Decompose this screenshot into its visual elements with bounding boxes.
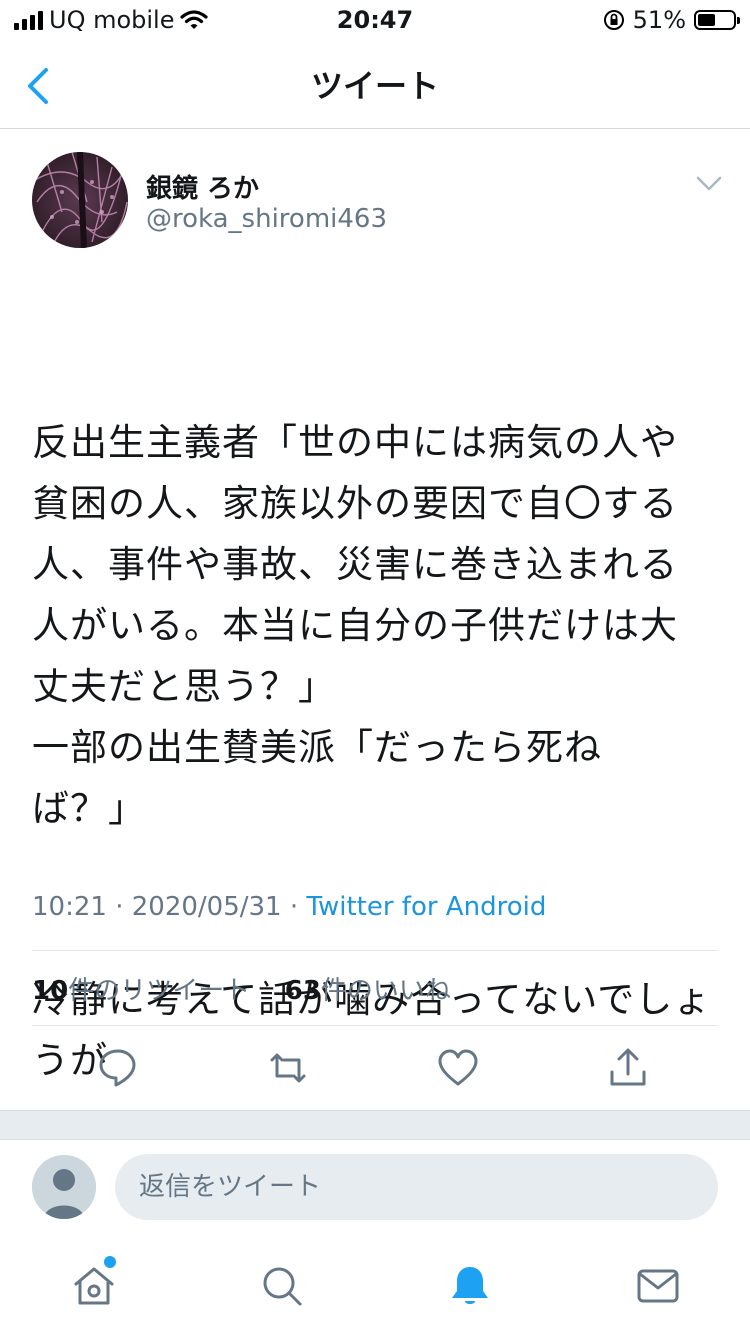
retweet-count: 10 xyxy=(32,976,69,1006)
avatar[interactable] xyxy=(32,152,128,248)
like-label: 件のいいね xyxy=(320,976,451,1006)
author-handle[interactable]: @roka_shiromi463 xyxy=(146,204,387,234)
divider xyxy=(32,1025,718,1026)
chevron-down-icon[interactable] xyxy=(694,172,724,196)
share-icon[interactable] xyxy=(606,1046,650,1090)
page-title: ツイート xyxy=(310,67,439,105)
orientation-lock-icon xyxy=(603,10,624,30)
tweet-text-paragraph-1: 反出生主義者「世の中には病気の人や貧困の人、家族以外の要因で自〇する人、事件や事… xyxy=(32,421,678,830)
nav-bar: ツイート xyxy=(0,44,750,129)
meta-separator: · xyxy=(281,892,307,922)
tweet-text: 反出生主義者「世の中には病気の人や貧困の人、家族以外の要因で自〇する人、事件や事… xyxy=(32,290,722,1152)
battery-percent: 51% xyxy=(632,6,686,34)
like-count: 63 xyxy=(284,976,321,1006)
status-bar: UQ mobile 20:47 51% xyxy=(0,0,750,44)
notifications-icon[interactable] xyxy=(446,1262,494,1310)
tweet-source-link[interactable]: Twitter for Android xyxy=(306,892,546,922)
like-stat[interactable]: 63件のいいね xyxy=(285,976,451,1006)
user-avatar[interactable] xyxy=(32,1155,96,1219)
reply-icon[interactable] xyxy=(96,1046,140,1090)
home-icon[interactable] xyxy=(70,1262,118,1310)
status-right: 51% xyxy=(603,6,740,34)
retweet-label: 件のリツイート xyxy=(68,976,251,1006)
home-notification-dot xyxy=(104,1256,116,1268)
messages-icon[interactable] xyxy=(634,1262,682,1310)
meta-separator: · xyxy=(106,892,132,922)
tweet-meta: 10:21 · 2020/05/31 · Twitter for Android xyxy=(32,892,546,922)
section-separator xyxy=(0,1110,750,1140)
tweet-time: 10:21 xyxy=(32,892,107,922)
tweet-date: 2020/05/31 xyxy=(131,892,282,922)
search-icon[interactable] xyxy=(258,1262,306,1310)
retweet-icon[interactable] xyxy=(266,1046,310,1090)
retweet-stat[interactable]: 10件のリツイート xyxy=(32,976,250,1006)
author-name[interactable]: 銀鏡 ろか xyxy=(146,168,259,205)
reply-input[interactable]: 返信をツイート xyxy=(115,1154,718,1220)
battery-fill xyxy=(698,14,716,26)
like-icon[interactable] xyxy=(436,1046,480,1090)
tweet-stats: 10件のリツイート 63件のいいね xyxy=(32,970,451,1007)
divider xyxy=(32,950,718,951)
battery-icon xyxy=(694,10,740,30)
